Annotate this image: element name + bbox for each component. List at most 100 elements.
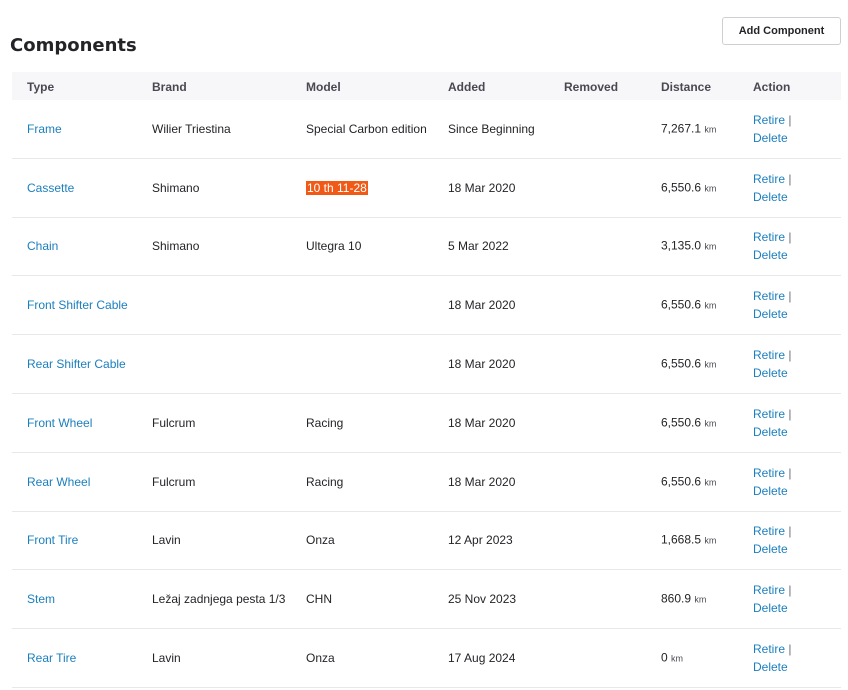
delete-link[interactable]: Delete	[753, 660, 788, 674]
distance-unit: km	[704, 418, 717, 429]
component-distance: 6,550.6 km	[661, 413, 741, 432]
table-row: Front Shifter Cable 18 Mar 2020 6,550.6 km…	[12, 276, 841, 336]
component-brand: Fulcrum	[152, 474, 196, 489]
component-distance: 860.9 km	[661, 590, 741, 609]
distance-value: 7,267.1	[661, 121, 702, 136]
table-row: Rear Shifter Cable 18 Mar 2020 6,550.6 km R…	[12, 335, 841, 394]
component-type-link[interactable]: Stem	[27, 590, 137, 608]
component-model-text: Special Carbon edition	[306, 121, 427, 136]
table-row: Front Tire Lavin Onza 12 Apr 2023 1,668.5 km…	[12, 512, 841, 571]
component-model-text: Racing	[306, 474, 344, 489]
component-model: CHN	[306, 590, 436, 608]
component-actions: Retire | Delete	[753, 228, 833, 264]
component-added: 18 Mar 2020	[448, 357, 516, 372]
delete-link[interactable]: Delete	[753, 190, 788, 204]
component-model-text: Onza	[306, 533, 335, 548]
delete-link[interactable]: Delete	[753, 601, 788, 615]
add-component-button[interactable]: Add Component	[722, 17, 841, 45]
delete-link[interactable]: Delete	[753, 131, 788, 145]
distance-unit: km	[704, 124, 717, 135]
header-added: Added	[448, 80, 486, 94]
retire-link[interactable]: Retire	[753, 524, 785, 538]
distance-value: 0	[661, 650, 668, 665]
table-row: Stem Ležaj zadnjega pesta 1/3 CHN 25 Nov 20…	[12, 570, 841, 630]
retire-link[interactable]: Retire	[753, 407, 785, 421]
action-separator: |	[788, 406, 792, 421]
retire-link[interactable]: Retire	[753, 583, 785, 597]
distance-value: 6,550.6	[661, 356, 702, 371]
component-actions: Retire | Delete	[753, 522, 833, 558]
component-added: 5 Mar 2022	[448, 239, 509, 254]
distance-unit: km	[704, 535, 717, 546]
retire-link[interactable]: Retire	[753, 230, 785, 244]
distance-value: 6,550.6	[661, 415, 702, 430]
component-actions: Retire | Delete	[753, 640, 833, 676]
component-added: 18 Mar 2020	[448, 180, 516, 195]
component-type-link[interactable]: Rear Shifter Cable	[27, 355, 137, 373]
component-type-link[interactable]: Front Wheel	[27, 414, 137, 432]
component-model-text: Onza	[306, 651, 335, 666]
component-actions: Retire | Delete	[753, 464, 833, 500]
component-actions: Retire | Delete	[753, 287, 833, 323]
action-separator: |	[788, 230, 792, 245]
component-added: 25 Nov 2023	[448, 592, 517, 607]
retire-link[interactable]: Retire	[753, 289, 785, 303]
page-title: Components	[10, 35, 137, 56]
distance-unit: km	[704, 300, 717, 311]
distance-value: 3,135.0	[661, 238, 702, 253]
component-distance: 6,550.6 km	[661, 472, 741, 491]
component-type-link[interactable]: Front Shifter Cable	[27, 296, 137, 314]
component-actions: Retire | Delete	[753, 346, 833, 382]
components-table: Type Brand Model Added Removed Distance …	[12, 72, 841, 688]
distance-unit: km	[671, 653, 684, 664]
retire-link[interactable]: Retire	[753, 348, 785, 362]
component-brand: Lavin	[152, 651, 181, 666]
distance-value: 860.9	[661, 591, 692, 606]
action-separator: |	[788, 642, 792, 657]
delete-link[interactable]: Delete	[753, 366, 788, 380]
component-actions: Retire | Delete	[753, 405, 833, 441]
retire-link[interactable]: Retire	[753, 172, 785, 186]
component-added: 18 Mar 2020	[448, 298, 516, 313]
delete-link[interactable]: Delete	[753, 248, 788, 262]
delete-link[interactable]: Delete	[753, 307, 788, 321]
table-row: Cassette Shimano 10 th 11-28 18 Mar 2020 6,5…	[12, 159, 841, 218]
component-model-text: Ultegra 10	[306, 239, 362, 254]
delete-link[interactable]: Delete	[753, 542, 788, 556]
table-body: Frame Wilier Triestina Special Carbon edit…	[12, 100, 841, 688]
component-model: Racing	[306, 414, 436, 432]
delete-link[interactable]: Delete	[753, 425, 788, 439]
distance-unit: km	[704, 359, 717, 370]
component-actions: Retire | Delete	[753, 111, 833, 147]
component-added: 18 Mar 2020	[448, 415, 516, 430]
distance-unit: km	[704, 183, 717, 194]
component-model: Onza	[306, 649, 436, 667]
component-brand: Shimano	[152, 239, 200, 254]
component-brand: Shimano	[152, 180, 200, 195]
action-separator: |	[788, 524, 792, 539]
retire-link[interactable]: Retire	[753, 113, 785, 127]
table-header: Type Brand Model Added Removed Distance …	[12, 72, 841, 100]
table-row: Chain Shimano Ultegra 10 5 Mar 2022 3,135.0 …	[12, 218, 841, 277]
component-brand: Ležaj zadnjega pesta 1/3	[152, 592, 286, 607]
component-type-link[interactable]: Rear Tire	[27, 649, 137, 667]
component-type-link[interactable]: Rear Wheel	[27, 473, 137, 491]
table-row: Rear Wheel Fulcrum Racing 18 Mar 2020 6,550.…	[12, 453, 841, 512]
action-separator: |	[788, 348, 792, 363]
action-separator: |	[788, 171, 792, 186]
component-model: Racing	[306, 473, 436, 491]
component-type-link[interactable]: Chain	[27, 237, 137, 255]
component-type-link[interactable]: Frame	[27, 120, 137, 138]
header-removed: Removed	[564, 80, 619, 94]
header-model: Model	[306, 80, 341, 94]
delete-link[interactable]: Delete	[753, 484, 788, 498]
component-type-link[interactable]: Cassette	[27, 179, 137, 197]
header-action: Action	[753, 80, 791, 94]
component-distance: 6,550.6 km	[661, 178, 741, 197]
component-added: 18 Mar 2020	[448, 474, 516, 489]
distance-value: 1,668.5	[661, 532, 702, 547]
retire-link[interactable]: Retire	[753, 642, 785, 656]
component-type-link[interactable]: Front Tire	[27, 531, 137, 549]
component-distance: 1,668.5 km	[661, 531, 741, 550]
retire-link[interactable]: Retire	[753, 466, 785, 480]
